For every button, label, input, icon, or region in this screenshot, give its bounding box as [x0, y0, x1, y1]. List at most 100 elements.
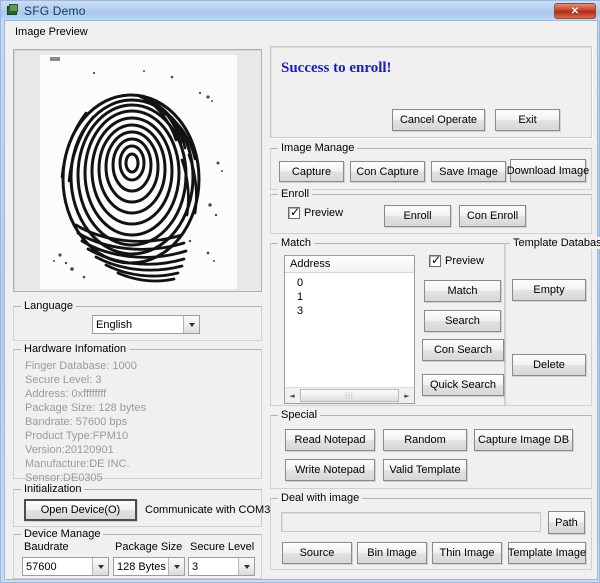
- window-title: SFG Demo: [24, 3, 86, 18]
- check-icon: ✓: [431, 253, 442, 267]
- special-label: Special: [278, 409, 321, 421]
- hw-info-line: Secure Level: 3: [25, 374, 102, 386]
- con-enroll-button[interactable]: Con Enroll: [459, 205, 526, 227]
- device-manage-label: Device Manage: [21, 528, 104, 540]
- enroll-preview-label: Preview: [304, 207, 344, 219]
- secure-level-selected-value: 3: [192, 560, 199, 573]
- image-manage-group: Image Manage Capture Con Capture Save Im…: [270, 142, 592, 190]
- template-database-label: Template Database: [510, 237, 600, 249]
- package-size-selected-value: 128 Bytes: [117, 560, 166, 573]
- baudrate-selected-value: 57600: [26, 560, 57, 573]
- random-button[interactable]: Random: [383, 429, 467, 451]
- language-select[interactable]: English: [92, 315, 200, 334]
- scrollbar-thumb[interactable]: ⦙⦙⦙: [300, 389, 399, 402]
- image-preview-frame: [13, 49, 262, 292]
- match-address-list[interactable]: Address 0 1 3 ◄ ⦙⦙⦙ ►: [284, 255, 415, 404]
- empty-button[interactable]: Empty: [512, 279, 586, 301]
- read-notepad-button[interactable]: Read Notepad: [285, 429, 375, 451]
- package-size-select[interactable]: 128 Bytes: [113, 557, 185, 576]
- enroll-button[interactable]: Enroll: [384, 205, 451, 227]
- chevron-down-icon[interactable]: [238, 558, 254, 575]
- list-item[interactable]: 1: [297, 290, 414, 304]
- write-notepad-button[interactable]: Write Notepad: [285, 459, 375, 481]
- initialization-group: Initialization Open Device(O) Communicat…: [13, 483, 270, 527]
- baudrate-label: Baudrate: [24, 541, 69, 553]
- capture-button[interactable]: Capture: [279, 161, 344, 182]
- client-area: Image Preview Success to enroll! Cancel …: [4, 20, 600, 580]
- initialization-label: Initialization: [21, 483, 85, 495]
- check-icon: ✓: [290, 205, 301, 219]
- scroll-left-icon[interactable]: ◄: [285, 388, 299, 403]
- chevron-down-icon[interactable]: [183, 316, 199, 333]
- match-preview-checkbox[interactable]: ✓ Preview: [429, 253, 485, 267]
- search-button[interactable]: Search: [424, 310, 501, 332]
- communication-status: Communicate with COM3: [145, 504, 271, 516]
- deal-with-image-group: Deal with image Path Source Bin Image Th…: [270, 492, 592, 570]
- package-size-label: Package Size: [115, 541, 183, 553]
- hw-info-line: Manufacture:DE INC.: [25, 458, 130, 470]
- status-message-text: Success to enroll!: [281, 60, 392, 76]
- close-button[interactable]: ✕: [554, 3, 596, 19]
- checkbox-box: ✓: [288, 205, 301, 219]
- close-icon: ✕: [570, 5, 580, 17]
- secure-level-label: Secure Level: [190, 541, 255, 553]
- con-search-button[interactable]: Con Search: [422, 339, 504, 361]
- exit-button[interactable]: Exit: [495, 109, 560, 131]
- hardware-information-group: Hardware Infomation Finger Database: 100…: [13, 343, 262, 484]
- template-database-group: Template Database Empty Delete: [505, 237, 600, 406]
- list-item[interactable]: 0: [297, 276, 414, 290]
- image-path-input[interactable]: [281, 512, 541, 532]
- match-preview-label: Preview: [445, 255, 485, 267]
- deal-with-image-label: Deal with image: [278, 492, 363, 504]
- hw-info-line: Address: 0xffffffff: [25, 388, 107, 400]
- horizontal-scrollbar[interactable]: ◄ ⦙⦙⦙ ►: [285, 387, 414, 403]
- secure-level-select[interactable]: 3: [188, 557, 255, 576]
- image-preview-label: Image Preview: [15, 26, 88, 38]
- hw-info-line: Package Size: 128 bytes: [25, 402, 147, 414]
- language-label: Language: [21, 300, 76, 312]
- quick-search-button[interactable]: Quick Search: [422, 374, 504, 396]
- enroll-preview-checkbox[interactable]: ✓ Preview: [288, 205, 344, 219]
- enroll-label: Enroll: [278, 188, 313, 200]
- delete-button[interactable]: Delete: [512, 354, 586, 376]
- title-bar[interactable]: SFG Demo ✕: [1, 1, 600, 20]
- hw-info-line: Version:20120901: [25, 444, 114, 456]
- scroll-right-icon[interactable]: ►: [400, 388, 414, 403]
- source-button[interactable]: Source: [282, 542, 352, 564]
- save-image-button[interactable]: Save Image: [431, 161, 506, 182]
- fingerprint-svg: [40, 55, 237, 289]
- match-column-header: Address: [285, 256, 414, 273]
- language-group: Language English: [13, 300, 262, 341]
- path-button[interactable]: Path: [548, 511, 585, 534]
- capture-image-db-button[interactable]: Capture Image DB: [474, 429, 573, 451]
- match-label: Match: [278, 237, 314, 249]
- open-device-button[interactable]: Open Device(O): [24, 499, 137, 521]
- list-item[interactable]: 3: [297, 304, 414, 318]
- thin-image-button[interactable]: Thin Image: [432, 542, 502, 564]
- app-window-icon: [6, 4, 19, 17]
- baudrate-select[interactable]: 57600: [22, 557, 109, 576]
- match-list-items[interactable]: 0 1 3: [285, 273, 414, 318]
- device-manage-group: Device Manage Baudrate 57600 Package Siz…: [13, 528, 262, 579]
- chevron-down-icon[interactable]: [92, 558, 108, 575]
- enroll-group: Enroll ✓ Preview Enroll Con Enroll: [270, 188, 592, 234]
- hw-info-line: Product Type:FPM10: [25, 430, 129, 442]
- hardware-information-label: Hardware Infomation: [21, 343, 130, 355]
- download-image-button[interactable]: Download Image: [507, 159, 589, 182]
- cancel-operate-button[interactable]: Cancel Operate: [392, 109, 485, 131]
- status-message-panel: Success to enroll! Cancel Operate Exit: [270, 46, 592, 138]
- image-manage-label: Image Manage: [278, 142, 358, 154]
- con-capture-button[interactable]: Con Capture: [350, 161, 425, 182]
- hw-info-line: Finger Database: 1000: [25, 360, 137, 372]
- hw-info-line: Bandrate: 57600 bps: [25, 416, 128, 428]
- chevron-down-icon[interactable]: [168, 558, 184, 575]
- fingerprint-image: [40, 55, 237, 289]
- template-image-button[interactable]: Template Image: [508, 542, 586, 564]
- checkbox-box: ✓: [429, 253, 442, 267]
- valid-template-button[interactable]: Valid Template: [383, 459, 467, 481]
- application-window: SFG Demo ✕ Image Preview Success to enro…: [0, 0, 600, 583]
- match-button[interactable]: Match: [424, 280, 501, 302]
- bin-image-button[interactable]: Bin Image: [357, 542, 427, 564]
- special-group: Special Read Notepad Random Capture Imag…: [270, 409, 592, 489]
- language-selected-value: English: [96, 318, 133, 331]
